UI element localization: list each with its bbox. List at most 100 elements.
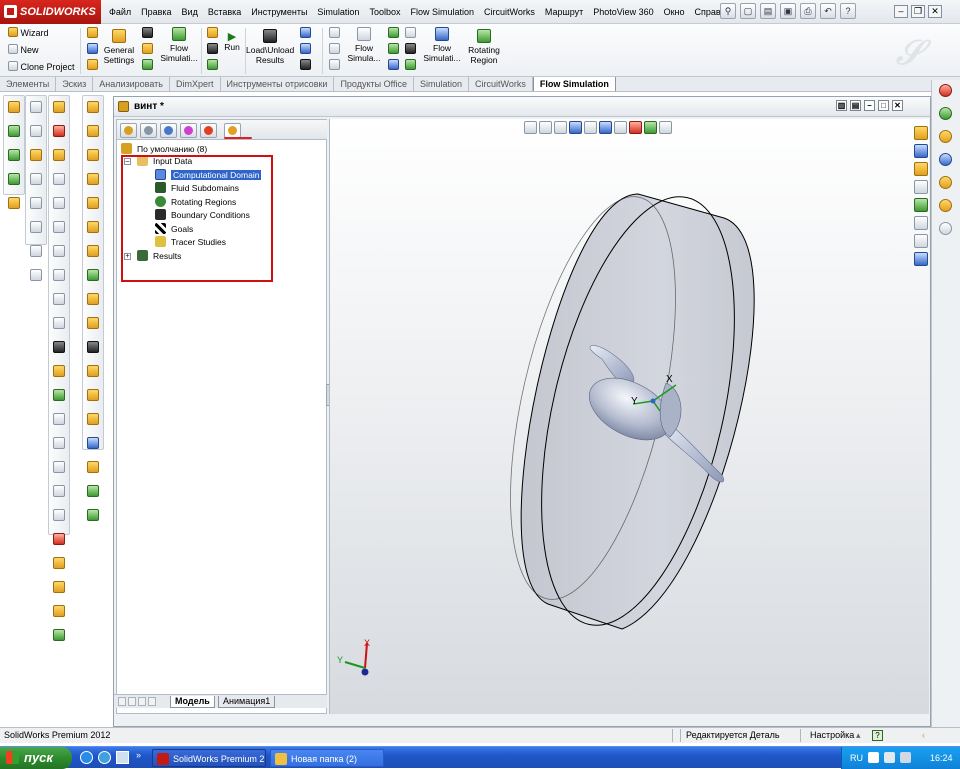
dimxpertmanager-tab[interactable] <box>180 123 197 138</box>
run-button[interactable]: ▶ Run <box>221 32 243 53</box>
rotating-region-button[interactable]: Rotating Region <box>463 29 505 65</box>
language-indicator[interactable]: RU <box>850 747 863 769</box>
lofted-surface-icon[interactable] <box>87 173 99 185</box>
design-library-icon[interactable] <box>939 107 952 120</box>
last-tab-button[interactable] <box>148 697 156 706</box>
tray-volume-icon[interactable] <box>900 752 911 763</box>
appearances-icon[interactable] <box>939 199 952 212</box>
offset-surface-icon[interactable] <box>87 221 99 233</box>
helix-icon[interactable] <box>87 509 99 521</box>
decal-icon[interactable] <box>53 581 65 593</box>
featuremanager-tab[interactable] <box>120 123 137 138</box>
menu-view[interactable]: Вид <box>177 0 203 24</box>
report-icon[interactable] <box>387 59 399 70</box>
flow-simulation-button-1[interactable]: Flow Simulati... <box>157 27 201 63</box>
menu-tools[interactable]: Инструменты <box>246 0 312 24</box>
tab-evaluate[interactable]: Анализировать <box>93 77 170 91</box>
check-icon[interactable] <box>141 59 153 70</box>
solver-icon[interactable] <box>206 43 218 54</box>
chart-icon[interactable] <box>914 180 928 194</box>
ruled-surface-icon[interactable] <box>87 293 99 305</box>
settings-dropdown-icon[interactable]: ▴ <box>856 728 861 743</box>
animation-icon[interactable] <box>404 27 416 38</box>
doc-minimize-icon[interactable]: – <box>864 100 875 111</box>
line-icon[interactable] <box>8 125 20 137</box>
menu-window[interactable]: Окно <box>659 0 690 24</box>
wizard-button[interactable]: Wizard <box>8 27 49 38</box>
undo-icon[interactable]: ↶ <box>820 3 836 19</box>
home-view-icon[interactable] <box>914 126 928 140</box>
search-icon[interactable] <box>939 153 952 166</box>
tab-sketch-ink[interactable]: Инструменты отрисовки <box>221 77 335 91</box>
propertymanager-tab[interactable] <box>140 123 157 138</box>
save-icon[interactable]: ▣ <box>780 3 796 19</box>
extend-surface-icon[interactable] <box>87 317 99 329</box>
tab-flow-simulation[interactable]: Flow Simulation <box>532 77 616 91</box>
goal-plot-icon[interactable] <box>387 43 399 54</box>
fill-surface-icon[interactable] <box>87 269 99 281</box>
particle-study-icon[interactable] <box>404 59 416 70</box>
appearance-icon[interactable] <box>53 533 65 545</box>
appearance-globe-icon[interactable] <box>914 198 928 212</box>
configurationmanager-tab[interactable] <box>160 123 177 138</box>
edit-icon[interactable] <box>914 216 928 230</box>
settings-small-icon[interactable] <box>86 59 98 70</box>
flow-simulation-button-3[interactable]: Flow Simulati... <box>420 27 464 63</box>
tab-dimxpert[interactable]: DimXpert <box>170 77 221 91</box>
extruded-surface-icon[interactable] <box>87 101 99 113</box>
smart-dimension-icon[interactable] <box>8 101 20 113</box>
solidworks-logo[interactable]: SOLIDWORKS <box>0 0 101 24</box>
general-settings-button[interactable]: General Settings <box>100 29 138 65</box>
restore-icon[interactable]: ❐ <box>911 5 925 18</box>
radiate-surface-icon[interactable] <box>87 485 99 497</box>
delete-hole-icon[interactable] <box>87 461 99 473</box>
menu-simulation[interactable]: Simulation <box>312 0 364 24</box>
revolved-surface-icon[interactable] <box>87 125 99 137</box>
displaymanager-tab[interactable] <box>200 123 217 138</box>
spline-icon[interactable] <box>8 149 20 161</box>
prev-tab-button[interactable] <box>128 697 136 706</box>
split-icon[interactable]: ▤ <box>850 100 861 111</box>
boundary-surface-icon[interactable] <box>87 197 99 209</box>
trim-surface-icon[interactable] <box>87 341 99 353</box>
menu-edit[interactable]: Правка <box>136 0 176 24</box>
view-palette-icon[interactable] <box>939 176 952 189</box>
replace-face-icon[interactable] <box>87 437 99 449</box>
knit-surface-icon[interactable] <box>87 389 99 401</box>
tab-circuitworks[interactable]: CircuitWorks <box>469 77 533 91</box>
trim-icon[interactable] <box>8 197 20 209</box>
new-document-icon[interactable]: ▢ <box>740 3 756 19</box>
tile-icon[interactable]: ▥ <box>836 100 847 111</box>
thicken-icon[interactable] <box>87 413 99 425</box>
menu-flow-simulation[interactable]: Flow Simulation <box>405 0 479 24</box>
minimize-icon[interactable]: – <box>894 5 908 18</box>
boss-extrude-icon[interactable] <box>53 101 65 113</box>
flow-simulation-analysis-tree-tab[interactable] <box>224 123 241 138</box>
quicklaunch-ie-icon[interactable] <box>98 751 111 764</box>
measure-icon[interactable] <box>53 629 65 641</box>
first-tab-button[interactable] <box>118 697 126 706</box>
tab-sketch[interactable]: Эскиз <box>56 77 94 91</box>
untrim-surface-icon[interactable] <box>87 365 99 377</box>
clone-project-button[interactable]: Clone Project <box>8 61 75 72</box>
custom-properties-icon[interactable] <box>939 222 952 235</box>
material-icon[interactable] <box>53 605 65 617</box>
folder-open-icon[interactable] <box>914 162 928 176</box>
menu-file[interactable]: Файл <box>104 0 136 24</box>
help-icon[interactable]: ? <box>840 3 856 19</box>
sweep-icon[interactable] <box>30 149 42 161</box>
menu-toolbox[interactable]: Toolbox <box>364 0 405 24</box>
project-icon[interactable] <box>86 27 98 38</box>
planar-surface-icon[interactable] <box>87 245 99 257</box>
parameter-icon[interactable] <box>86 43 98 54</box>
tab-office-products[interactable]: Продукты Office <box>334 77 414 91</box>
menu-insert[interactable]: Вставка <box>203 0 246 24</box>
menu-circuitworks[interactable]: CircuitWorks <box>479 0 540 24</box>
goal-icon[interactable] <box>141 43 153 54</box>
tab-features[interactable]: Элементы <box>0 77 57 91</box>
help-status-icon[interactable]: ? <box>872 730 883 741</box>
menu-route[interactable]: Маршрут <box>540 0 588 24</box>
taskbar-new-folder[interactable]: Новая папка (2) <box>270 749 384 767</box>
tab-model[interactable]: Модель <box>170 696 215 708</box>
batch-icon[interactable] <box>206 27 218 38</box>
